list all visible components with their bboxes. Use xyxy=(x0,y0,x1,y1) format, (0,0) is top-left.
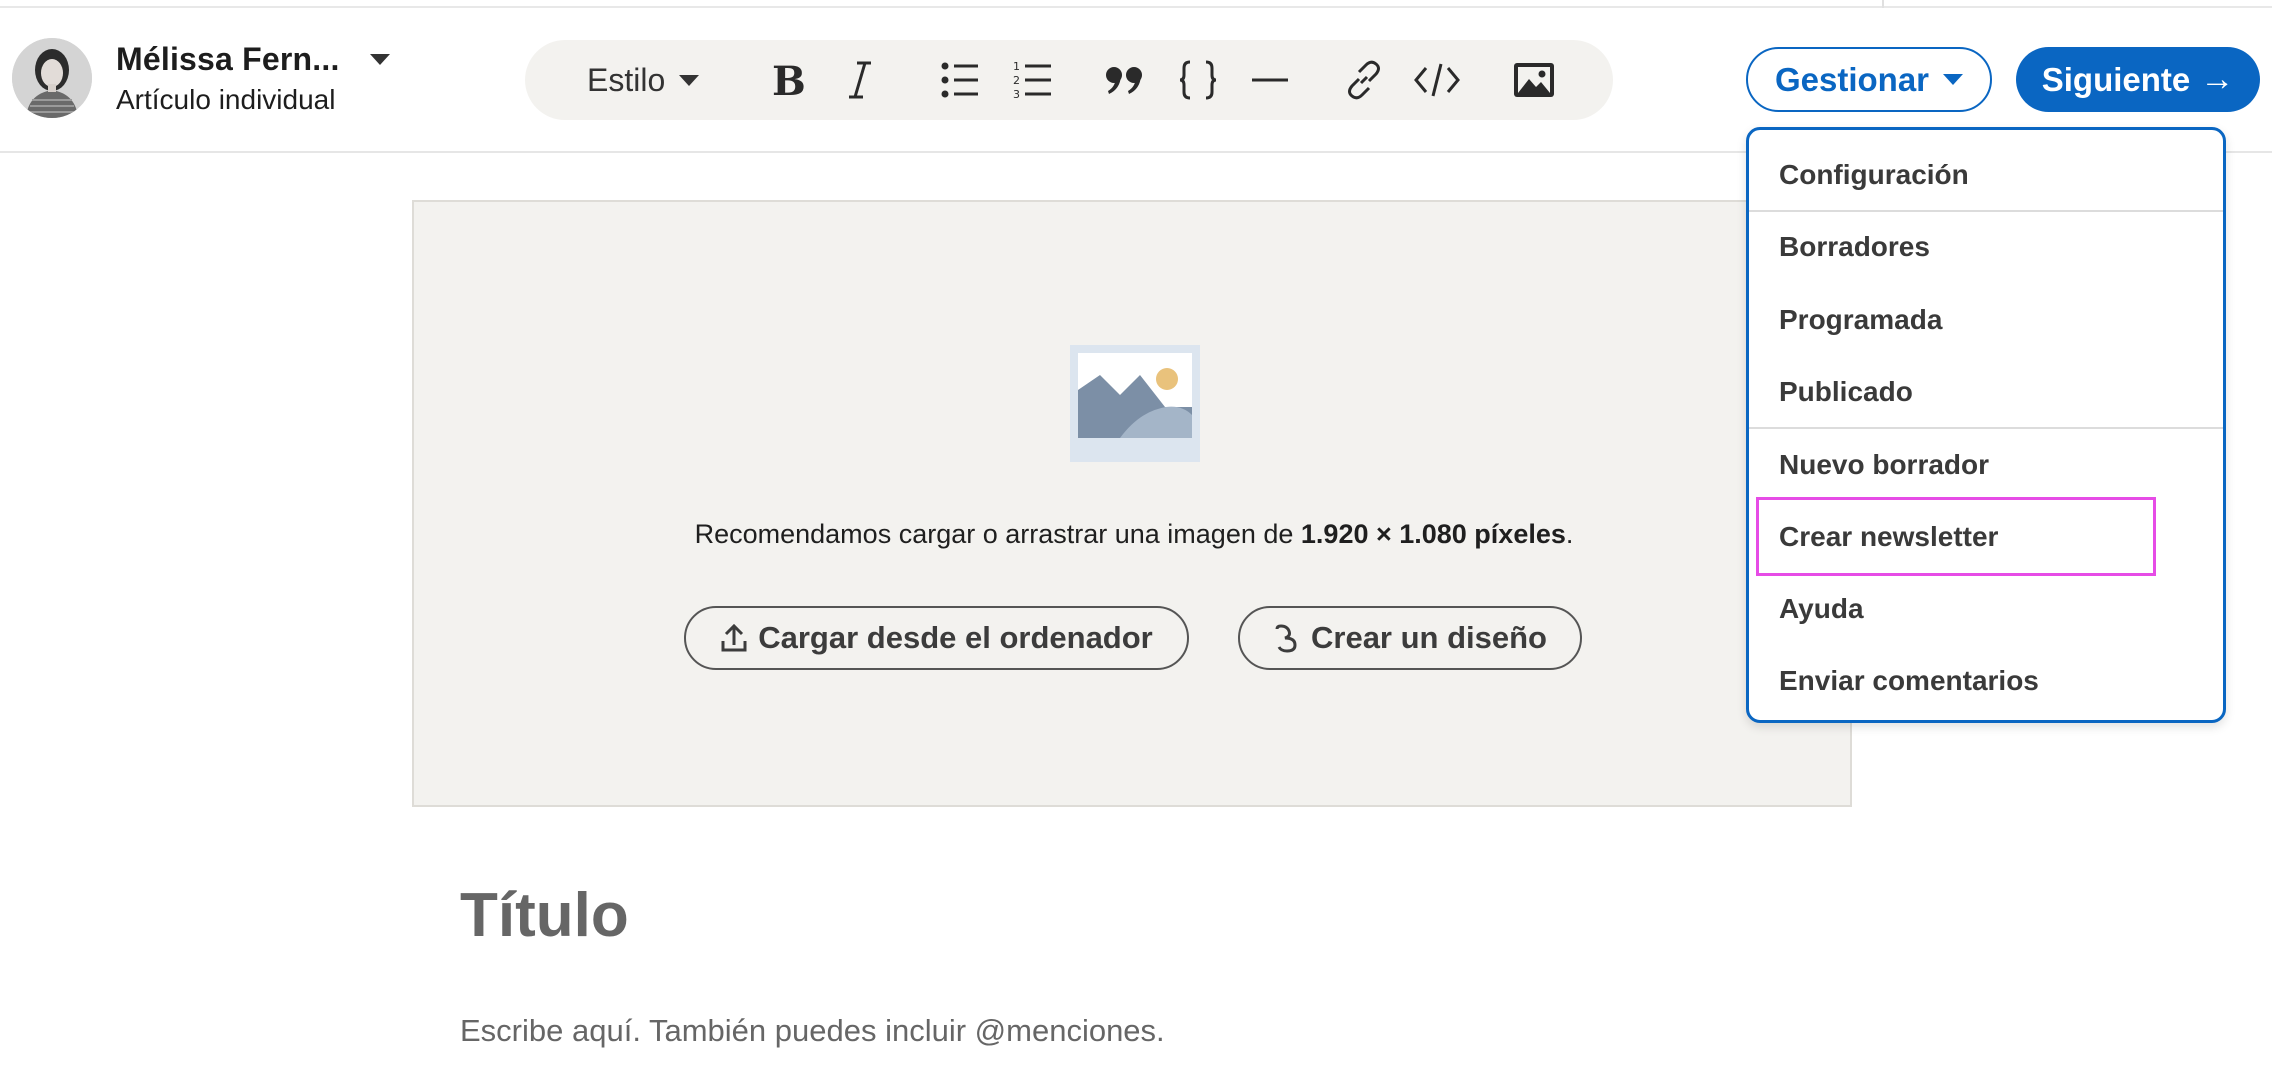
next-button[interactable]: Siguiente → xyxy=(2016,47,2260,112)
numbered-list-icon[interactable]: 1 2 3 xyxy=(1008,40,1058,120)
style-label: Estilo xyxy=(587,61,666,98)
design-label: Crear un diseño xyxy=(1311,620,1547,655)
manage-label: Gestionar xyxy=(1774,60,1930,98)
style-dropdown[interactable]: Estilo xyxy=(587,40,700,120)
menu-item-published[interactable]: Publicado xyxy=(1779,376,1913,408)
avatar xyxy=(12,38,92,118)
image-icon[interactable] xyxy=(1509,40,1559,120)
design-icon xyxy=(1275,624,1297,653)
highlight-box xyxy=(1756,497,2156,576)
italic-icon[interactable] xyxy=(840,40,880,120)
quote-icon[interactable] xyxy=(1100,40,1150,120)
upload-hint-dimensions: 1.920 × 1.080 píxeles xyxy=(1300,519,1566,549)
menu-divider xyxy=(1749,210,2223,212)
menu-item-scheduled[interactable]: Programada xyxy=(1779,304,1942,336)
arrow-right-icon: → xyxy=(2200,60,2235,98)
manage-button[interactable]: Gestionar xyxy=(1746,47,1992,112)
code-block-icon[interactable] xyxy=(1173,40,1223,120)
divider-icon[interactable] xyxy=(1245,40,1295,120)
upload-label: Cargar desde el ordenador xyxy=(758,620,1153,655)
menu-item-drafts[interactable]: Borradores xyxy=(1779,231,1930,263)
top-divider-tick xyxy=(1882,0,1884,8)
bold-icon[interactable]: B xyxy=(763,40,813,120)
formatting-toolbar: Estilo B 1 2 3 xyxy=(525,40,1613,120)
svg-text:1: 1 xyxy=(1013,60,1020,73)
top-divider xyxy=(0,6,2272,8)
upload-hint: Recomendamos cargar o arrastrar una imag… xyxy=(414,519,1854,550)
upload-hint-text: Recomendamos cargar o arrastrar una imag… xyxy=(694,519,1301,549)
svg-text:B: B xyxy=(772,59,806,101)
author-switcher[interactable]: Mélissa Fern... Artículo individual xyxy=(12,38,390,118)
link-icon[interactable] xyxy=(1339,40,1389,120)
title-input[interactable]: Título xyxy=(460,880,629,951)
next-label: Siguiente xyxy=(2041,60,2191,98)
create-design-button[interactable]: Crear un diseño xyxy=(1238,606,1582,670)
svg-text:3: 3 xyxy=(1013,88,1020,101)
menu-divider xyxy=(1749,427,2223,429)
menu-item-help[interactable]: Ayuda xyxy=(1779,593,1864,625)
bulleted-list-icon[interactable] xyxy=(935,40,985,120)
upload-icon xyxy=(721,623,747,652)
upload-from-computer-button[interactable]: Cargar desde el ordenador xyxy=(684,606,1189,670)
image-placeholder-icon xyxy=(1070,345,1200,462)
article-type: Artículo individual xyxy=(116,83,336,115)
author-name: Mélissa Fern... xyxy=(116,40,340,77)
body-input[interactable]: Escribe aquí. También puedes incluir @me… xyxy=(460,1013,1165,1049)
menu-item-send-feedback[interactable]: Enviar comentarios xyxy=(1779,665,2039,697)
menu-item-settings[interactable]: Configuración xyxy=(1779,159,1969,191)
chevron-down-icon xyxy=(679,74,700,86)
chevron-down-icon[interactable] xyxy=(369,53,390,65)
embed-icon[interactable] xyxy=(1412,40,1462,120)
menu-item-new-draft[interactable]: Nuevo borrador xyxy=(1779,449,1989,481)
author-info: Mélissa Fern... Artículo individual xyxy=(116,41,390,116)
upload-hint-period: . xyxy=(1565,519,1574,549)
svg-text:2: 2 xyxy=(1013,74,1020,87)
cover-image-dropzone[interactable]: Recomendamos cargar o arrastrar una imag… xyxy=(412,200,1852,807)
manage-dropdown-menu: Configuración Borradores Programada Publ… xyxy=(1746,127,2226,723)
chevron-down-icon xyxy=(1943,74,1964,85)
avatar-portrait xyxy=(12,38,92,118)
